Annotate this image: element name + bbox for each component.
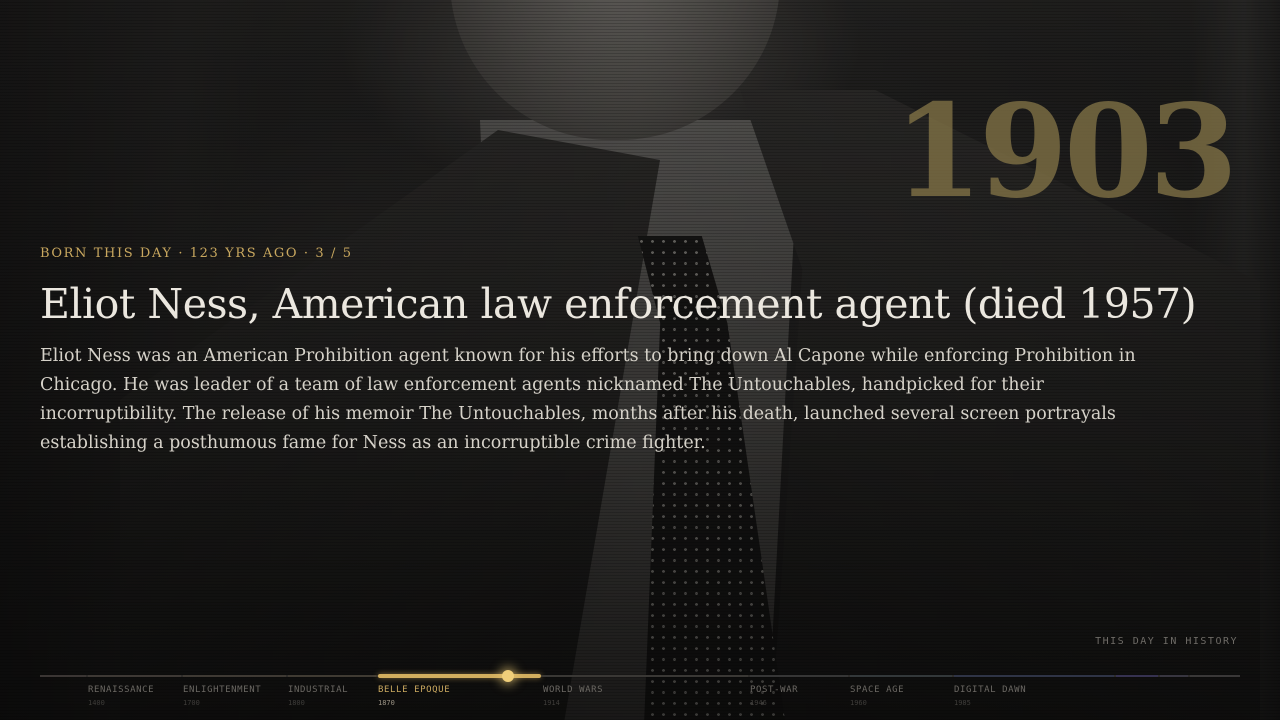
era-year: 1914 [543, 699, 560, 707]
event-title: Eliot Ness, American law enforcement age… [40, 280, 1197, 328]
era-timeline[interactable]: RENAISSANCE 1400 ENLIGHTENMENT 1700 INDU… [0, 660, 1280, 720]
site-label: THIS DAY IN HISTORY [1095, 636, 1238, 647]
era-enlightenment[interactable]: ENLIGHTENMENT 1700 [183, 685, 261, 707]
era-world-wars[interactable]: WORLD WARS 1914 [543, 685, 603, 707]
timeline-segment [40, 675, 86, 677]
timeline-segment [288, 675, 376, 677]
era-year: 1400 [88, 699, 105, 707]
era-renaissance[interactable]: RENAISSANCE 1400 [88, 685, 154, 707]
timeline-segment [1190, 675, 1240, 677]
era-digital-dawn[interactable]: DIGITAL DAWN 1985 [954, 685, 1026, 707]
era-industrial[interactable]: INDUSTRIAL 1800 [288, 685, 348, 707]
timeline-segment [88, 675, 181, 677]
timeline-segment [543, 675, 748, 677]
era-name: SPACE AGE [850, 685, 905, 695]
era-name: RENAISSANCE [88, 685, 155, 695]
era-name: BELLE EPOQUE [378, 685, 451, 695]
timeline-segment [183, 675, 286, 677]
timeline-segment [850, 675, 952, 677]
timeline-segment [750, 675, 848, 677]
era-name: INDUSTRIAL [288, 685, 349, 695]
era-year: 1700 [183, 699, 200, 707]
era-year: 1800 [288, 699, 305, 707]
timeline-segment [1116, 675, 1158, 677]
era-name: ENLIGHTENMENT [183, 685, 262, 695]
era-space-age[interactable]: SPACE AGE 1960 [850, 685, 904, 707]
timeline-position-handle[interactable] [502, 670, 514, 682]
era-belle-epoque[interactable]: BELLE EPOQUE 1870 [378, 685, 450, 707]
era-year: 1870 [378, 699, 395, 707]
timeline-segment [1160, 675, 1188, 677]
event-meta-eyebrow: BORN THIS DAY · 123 YRS AGO · 3 / 5 [40, 246, 353, 261]
era-year: 1985 [954, 699, 971, 707]
era-name: POST-WAR [750, 685, 799, 695]
era-year: 1946 [750, 699, 767, 707]
era-post-war[interactable]: POST-WAR 1946 [750, 685, 798, 707]
timeline-segment [954, 675, 1114, 677]
year-display: 1903 [893, 77, 1238, 227]
era-year: 1960 [850, 699, 867, 707]
timeline-active-segment [378, 674, 541, 678]
era-name: DIGITAL DAWN [954, 685, 1027, 695]
event-description: Eliot Ness was an American Prohibition a… [40, 346, 1136, 453]
era-name: WORLD WARS [543, 685, 604, 695]
